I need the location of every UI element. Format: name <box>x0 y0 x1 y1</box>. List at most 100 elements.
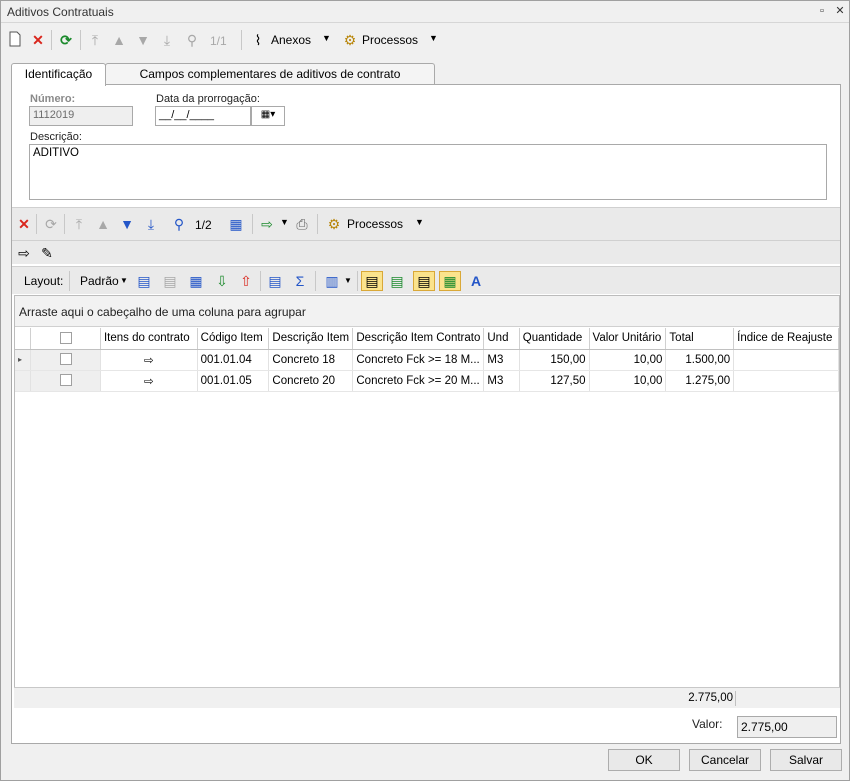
insert-item-icon[interactable]: ⇨ <box>15 244 33 262</box>
gears-icon[interactable]: ⚙ <box>341 31 359 49</box>
grid-export-dropdown-icon[interactable]: ▼ <box>280 217 289 227</box>
new-document-icon[interactable] <box>6 31 24 49</box>
valor-label: Valor: <box>692 717 723 731</box>
processos-dropdown-icon[interactable]: ▼ <box>429 33 438 43</box>
layout-bar: Layout: Padrão ▼ ▤ ▤ ▦ ⇩ ⇧ ▤ Σ ▥ ▼ ▤ ▤ ▤… <box>12 266 840 294</box>
restore-icon[interactable]: ▫ <box>815 4 829 18</box>
layout-sum-icon[interactable]: Σ <box>291 272 309 290</box>
record-counter: 1/1 <box>210 34 227 48</box>
grid-first-record-icon[interactable]: ⤒ <box>70 215 88 233</box>
delete-icon[interactable]: ✕ <box>29 31 47 49</box>
window-title: Aditivos Contratuais <box>7 5 114 19</box>
select-all-checkbox[interactable] <box>59 332 72 345</box>
grid-delete-icon[interactable]: ✕ <box>15 215 33 233</box>
cancel-button[interactable]: Cancelar <box>689 749 761 771</box>
row-indicator-header <box>15 328 32 350</box>
cell-descricao-contrato: Concreto Fck >= 18 M... <box>352 349 485 371</box>
first-record-icon[interactable]: ⤒ <box>86 31 104 49</box>
window: Aditivos Contratuais ▫ ✕ ✕ ⟳ ⤒ ▲ ▼ ⤓ ⚲ 1… <box>0 0 850 781</box>
item-link-icon[interactable]: ⇨ <box>100 370 198 392</box>
cell-total: 1.500,00 <box>665 349 735 371</box>
valor-field[interactable]: 2.775,00 <box>737 716 837 738</box>
item-link-icon[interactable]: ⇨ <box>100 349 198 371</box>
layout-label: Layout: <box>24 274 64 288</box>
refresh-icon[interactable]: ⟳ <box>57 31 75 49</box>
edit-item-icon[interactable]: ✎ <box>38 244 56 262</box>
grid-next-record-icon[interactable]: ▼ <box>118 215 136 233</box>
grid-view-icon[interactable]: ▦ <box>227 215 245 233</box>
layout-export-icon[interactable]: ⇧ <box>237 272 255 290</box>
layout-padrao-dropdown[interactable]: Padrão <box>80 274 119 288</box>
col-und[interactable]: Und <box>483 328 520 350</box>
last-record-icon[interactable]: ⤓ <box>158 31 176 49</box>
next-record-icon[interactable]: ▼ <box>134 31 152 49</box>
item-action-bar: ⇨ ✎ <box>12 240 840 264</box>
table-row[interactable]: ▸ ⇨ 001.01.04 Concreto 18 Concreto Fck >… <box>15 349 839 371</box>
data-prorrogacao-field[interactable]: __/__/____ <box>155 106 251 126</box>
col-quantidade[interactable]: Quantidade <box>519 328 590 350</box>
save-button[interactable]: Salvar <box>770 749 842 771</box>
binoculars-icon[interactable]: ⚲ <box>183 31 201 49</box>
auto-filter-toggle-icon[interactable]: ▦ <box>439 271 461 291</box>
table-row[interactable]: ⇨ 001.01.05 Concreto 20 Concreto Fck >= … <box>15 370 839 392</box>
grid-previous-record-icon[interactable]: ▲ <box>94 215 112 233</box>
print-icon[interactable]: ⎙ <box>293 215 311 233</box>
tab-identificacao[interactable]: Identificação <box>11 63 106 86</box>
cell-valor-unitario: 10,00 <box>589 349 667 371</box>
group-by-panel[interactable]: Arraste aqui o cabeçalho de uma coluna p… <box>15 296 839 327</box>
font-icon[interactable]: A <box>467 272 485 290</box>
grid-binoculars-icon[interactable]: ⚲ <box>170 215 188 233</box>
col-codigo-item[interactable]: Código Item <box>197 328 270 350</box>
anexos-menu[interactable]: Anexos <box>271 33 311 47</box>
col-indice-reajuste[interactable]: Índice de Reajuste <box>733 328 839 350</box>
row-indicator-icon: ▸ <box>15 349 32 371</box>
grid-processos-dropdown-icon[interactable]: ▼ <box>415 217 424 227</box>
descricao-label: Descrição: <box>30 131 82 143</box>
col-descricao-item[interactable]: Descrição Item <box>268 328 354 350</box>
cell-descricao-contrato: Concreto Fck >= 20 M... <box>352 370 485 392</box>
numero-field[interactable]: 1112019 <box>29 106 133 126</box>
items-table: Itens do contrato Código Item Descrição … <box>15 328 839 392</box>
col-total[interactable]: Total <box>665 328 735 350</box>
grid-processos-menu[interactable]: Processos <box>347 217 403 231</box>
col-itens-contrato[interactable]: Itens do contrato <box>100 328 198 350</box>
data-prorrogacao-label: Data da prorrogação: <box>156 93 260 105</box>
cell-codigo: 001.01.05 <box>197 370 270 392</box>
grid-last-record-icon[interactable]: ⤓ <box>142 215 160 233</box>
chart-dropdown-icon[interactable]: ▼ <box>344 276 352 285</box>
anexos-dropdown-icon[interactable]: ▼ <box>322 33 331 43</box>
layout-save-icon[interactable]: ▤ <box>135 272 153 290</box>
cell-indice <box>733 349 839 371</box>
close-icon[interactable]: ✕ <box>833 4 847 18</box>
footer-toggle-icon[interactable]: ▤ <box>413 271 435 291</box>
select-all-header[interactable] <box>30 328 101 350</box>
ok-button[interactable]: OK <box>608 749 680 771</box>
descricao-field[interactable]: ADITIVO <box>29 144 827 200</box>
layout-green-grid-icon[interactable]: ▤ <box>388 272 406 290</box>
layout-padrao-dropdown-icon[interactable]: ▼ <box>120 276 128 285</box>
cell-codigo: 001.01.04 <box>197 349 270 371</box>
processos-menu[interactable]: Processos <box>362 33 418 47</box>
layout-import-icon[interactable]: ⇩ <box>213 272 231 290</box>
layout-filter-icon[interactable]: ▤ <box>266 272 284 290</box>
grid-footer: 2.775,00 <box>14 687 840 708</box>
numero-label: Número: <box>30 93 76 105</box>
grid-toolbar: ✕ ⟳ ⤒ ▲ ▼ ⤓ ⚲ 1/2 ▦ ⇨ ▼ ⎙ ⚙ Processos ▼ <box>12 207 840 240</box>
cell-total: 1.275,00 <box>665 370 735 392</box>
row-checkbox[interactable] <box>59 374 72 387</box>
layout-delete-icon[interactable]: ▤ <box>161 272 179 290</box>
col-descricao-item-contrato[interactable]: Descrição Item Contrato <box>352 328 485 350</box>
chart-icon[interactable]: ▥ <box>323 272 341 290</box>
paperclip-icon[interactable]: ⌇ <box>249 31 267 49</box>
grid-export-icon[interactable]: ⇨ <box>258 215 276 233</box>
grid-refresh-icon[interactable]: ⟳ <box>42 215 60 233</box>
items-grid: Arraste aqui o cabeçalho de uma coluna p… <box>14 295 840 707</box>
tab-campos-complementares[interactable]: Campos complementares de aditivos de con… <box>105 63 435 85</box>
previous-record-icon[interactable]: ▲ <box>110 31 128 49</box>
row-checkbox[interactable] <box>59 353 72 366</box>
col-valor-unitario[interactable]: Valor Unitário <box>589 328 667 350</box>
calendar-dropdown-button[interactable]: ▦▾ <box>251 106 285 126</box>
grid-gears-icon[interactable]: ⚙ <box>325 215 343 233</box>
layout-columns-icon[interactable]: ▦ <box>187 272 205 290</box>
group-panel-toggle-icon[interactable]: ▤ <box>361 271 383 291</box>
